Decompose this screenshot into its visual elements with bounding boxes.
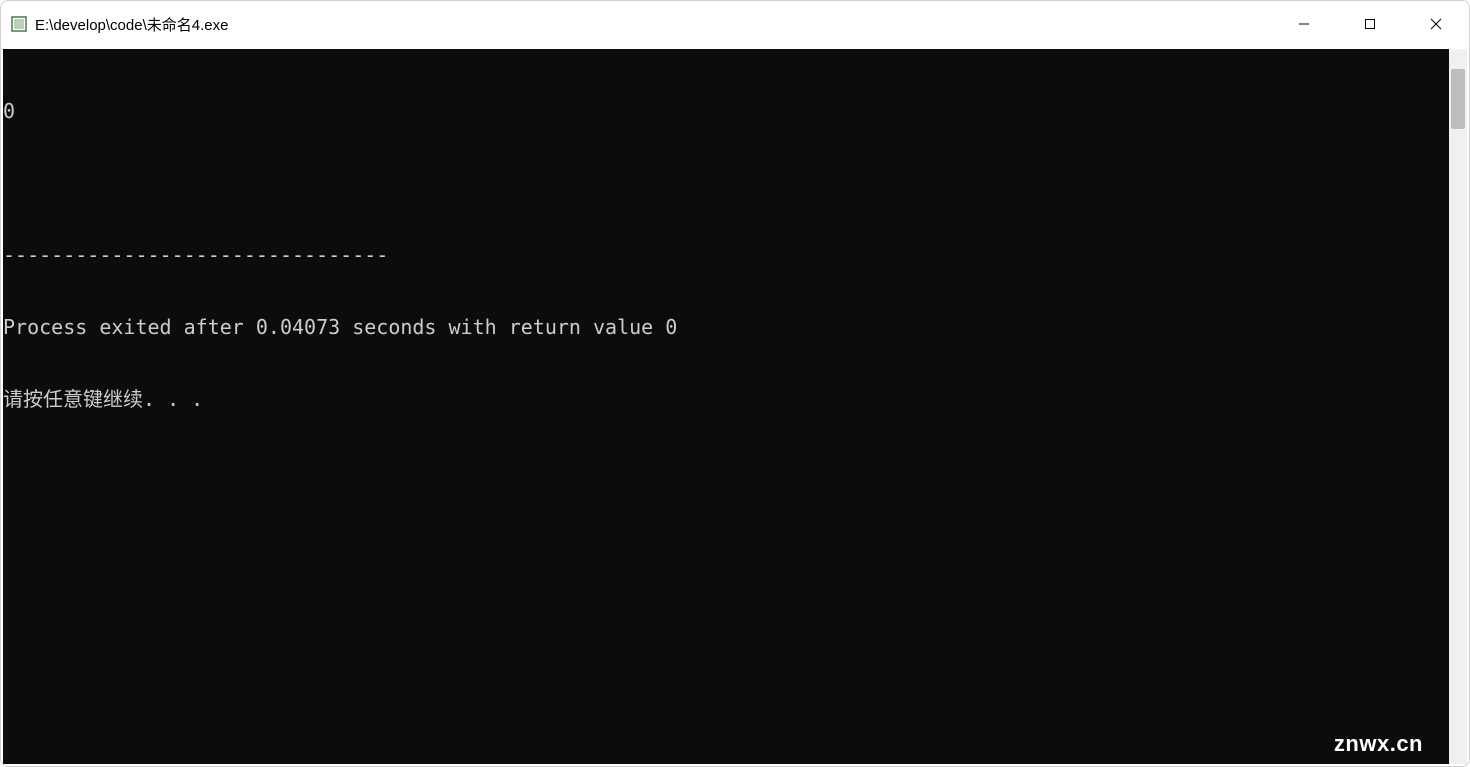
maximize-button[interactable] xyxy=(1337,1,1403,47)
close-button[interactable] xyxy=(1403,1,1469,47)
console-line: -------------------------------- xyxy=(3,243,1449,267)
scrollbar-thumb[interactable] xyxy=(1451,69,1465,129)
watermark: znwx.cn xyxy=(1334,732,1423,756)
console-container: 0 -------------------------------- Proce… xyxy=(1,47,1469,766)
window-controls xyxy=(1271,1,1469,47)
titlebar[interactable]: E:\develop\code\未命名4.exe xyxy=(1,1,1469,47)
minimize-button[interactable] xyxy=(1271,1,1337,47)
console-line: 0 xyxy=(3,99,1449,123)
console-line: Process exited after 0.04073 seconds wit… xyxy=(3,315,1449,339)
console-blank-line xyxy=(3,171,1449,195)
console-output[interactable]: 0 -------------------------------- Proce… xyxy=(3,49,1449,764)
maximize-icon xyxy=(1364,18,1376,30)
console-window: E:\develop\code\未命名4.exe 0 xyxy=(0,0,1470,767)
window-title: E:\develop\code\未命名4.exe xyxy=(35,14,1271,35)
app-icon xyxy=(11,16,27,32)
console-line: 请按任意键继续. . . xyxy=(3,387,1449,411)
scrollbar-track[interactable] xyxy=(1449,49,1467,764)
minimize-icon xyxy=(1298,18,1310,30)
close-icon xyxy=(1430,18,1442,30)
